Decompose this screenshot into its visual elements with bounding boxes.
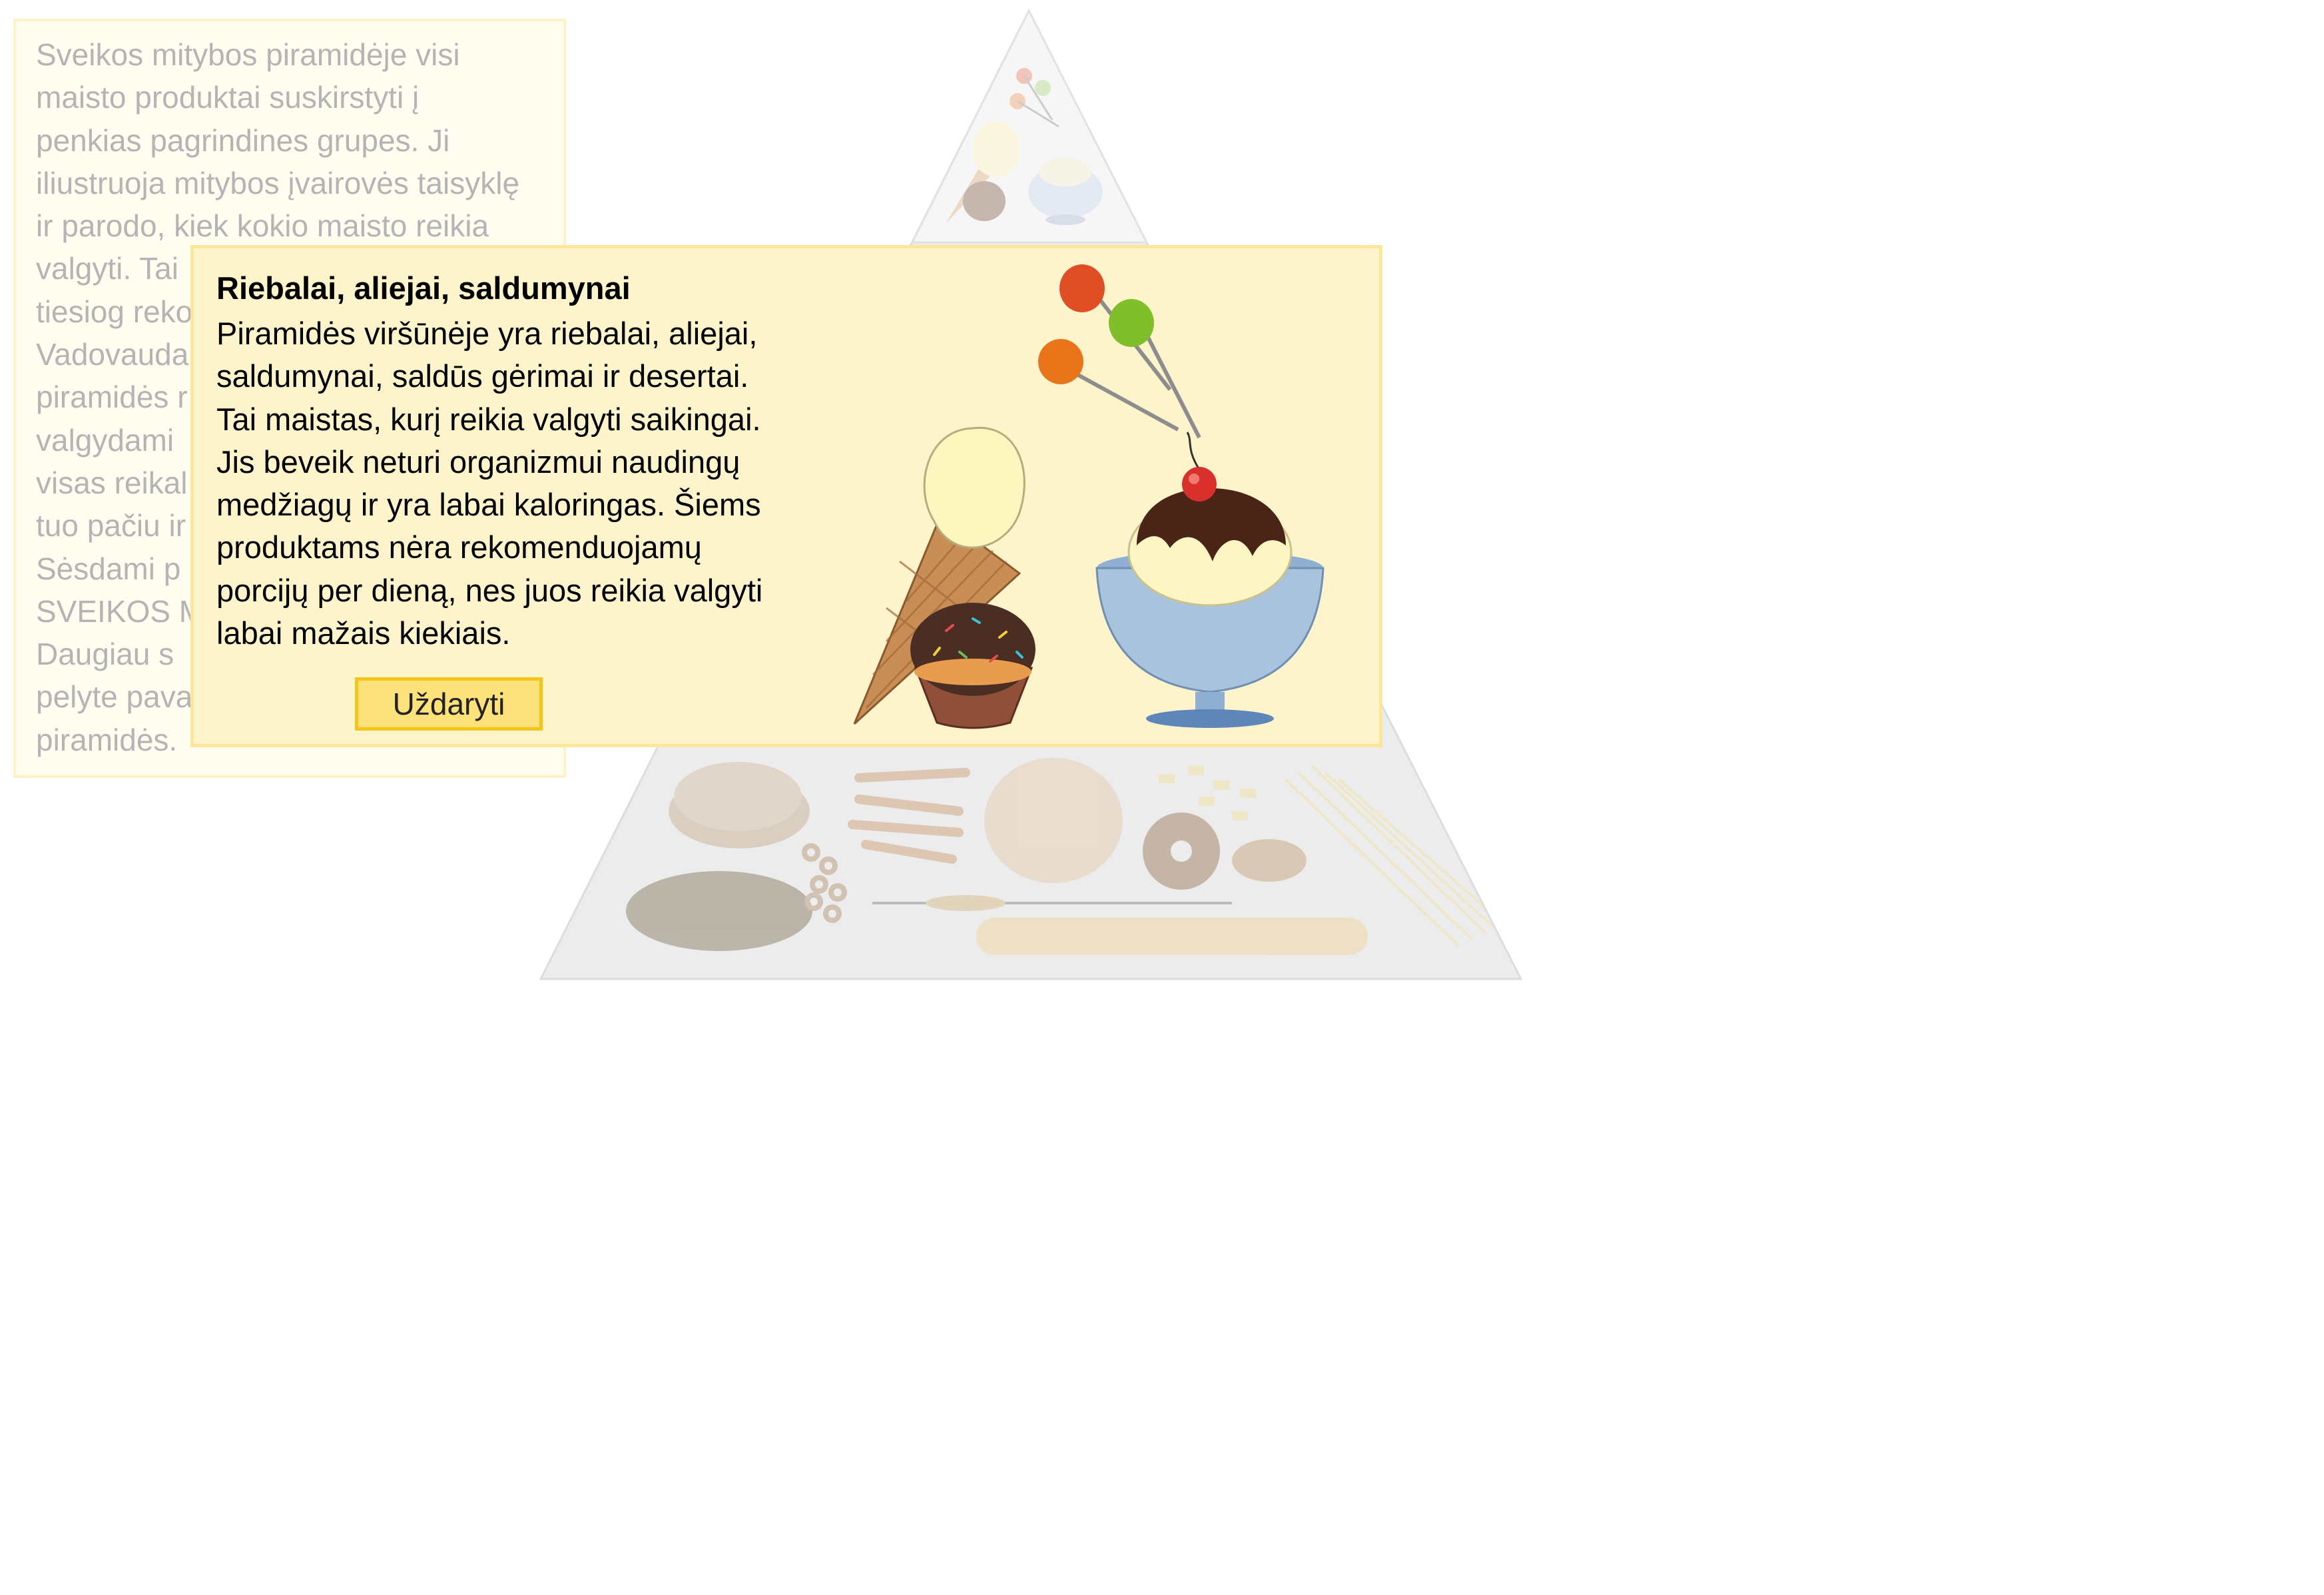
lollipop-icon [1038, 264, 1201, 439]
muffin-icon [910, 603, 1035, 729]
app-stage: Sveikos mitybos piramidėje visi maisto p… [0, 0, 2324, 1595]
dialog-body: Piramidės viršūnėje yra riebalai, alieja… [216, 316, 763, 651]
info-dialog: Riebalai, aliejai, saldumynai Piramidės … [190, 245, 1382, 747]
close-button[interactable]: Uždaryti [355, 677, 543, 731]
sundae-icon [1095, 432, 1324, 728]
dialog-title: Riebalai, aliejai, saldumynai [216, 270, 631, 306]
